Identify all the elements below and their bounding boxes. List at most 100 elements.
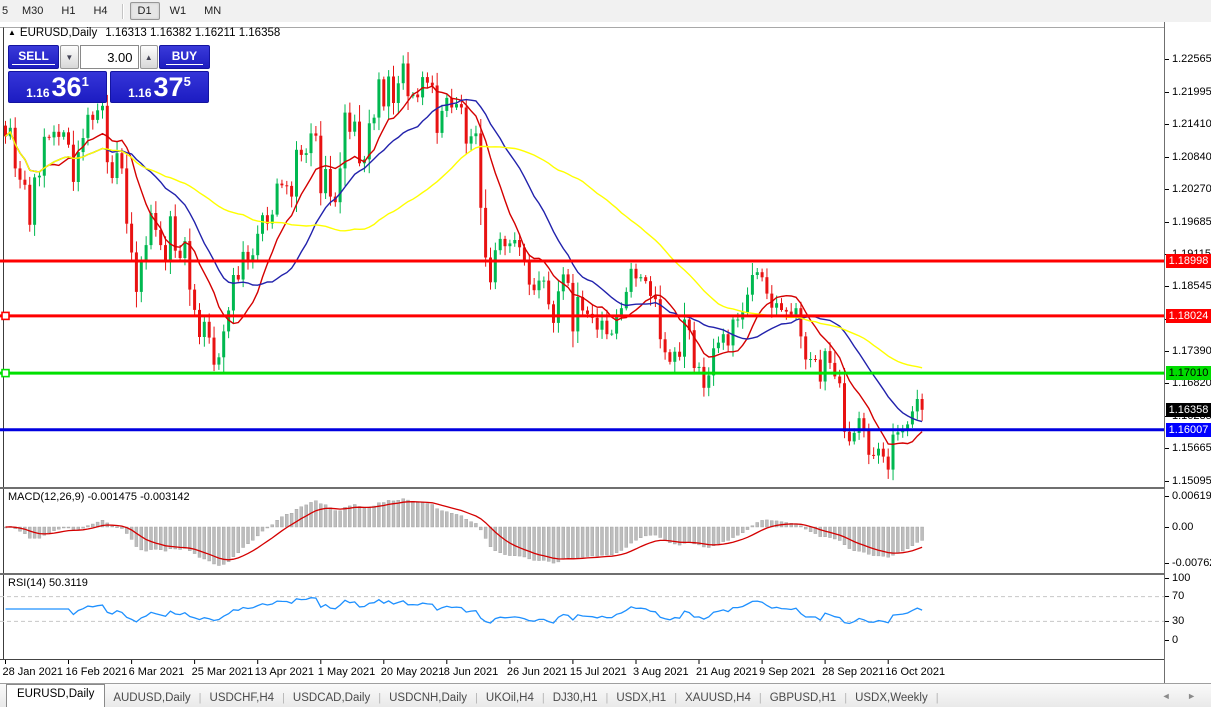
panel-splitter-main-macd[interactable]: [0, 487, 1211, 489]
price-badge-1.16007: 1.16007: [1166, 423, 1211, 437]
svg-text:25 Mar 2021: 25 Mar 2021: [192, 666, 254, 678]
svg-text:21 Aug 2021: 21 Aug 2021: [696, 666, 758, 678]
axis-tick-mark: [1165, 496, 1169, 497]
volume-increase-button[interactable]: ▲: [139, 45, 158, 69]
axis-tick-mark: [1165, 563, 1169, 564]
price-axis: 1.22565 1.21995 1.21410 1.20840 1.20270 1.196…: [1164, 22, 1211, 683]
price-badge-1.16358: 1.16358: [1166, 403, 1211, 417]
axis-tick-mark: [1165, 383, 1169, 384]
tab-usdcnh-daily[interactable]: USDCNH,Daily: [381, 688, 475, 707]
timeframe-h1-button[interactable]: H1: [53, 2, 83, 20]
tab-usdx-weekly[interactable]: USDX,Weekly: [847, 688, 936, 707]
tab-xauusd-h4[interactable]: XAUUSD,H4: [677, 688, 759, 707]
axis-tick-label: 1.19685: [1172, 216, 1211, 228]
rsi-indicator-label: RSI(14) 50.3119: [8, 577, 88, 589]
panel-splitter-macd-rsi[interactable]: [0, 573, 1211, 575]
svg-text:16 Feb 2021: 16 Feb 2021: [66, 666, 128, 678]
axis-tick-mark: [1165, 157, 1169, 158]
tab-usdchf-h4[interactable]: USDCHF,H4: [202, 688, 283, 707]
timeframe-m30-button[interactable]: M30: [14, 2, 51, 20]
price-chart-canvas[interactable]: 28 Jan 2021 16 Feb 2021 6 Mar 2021 25 Mar 2…: [0, 22, 1164, 683]
tab-dj30-h1[interactable]: DJ30,H1: [545, 688, 606, 707]
axis-tick-mark: [1165, 59, 1169, 60]
chevron-down-icon: ▼: [65, 52, 74, 62]
axis-tick-label: 1.20270: [1172, 183, 1211, 195]
timeframe-m15-clipped[interactable]: 5: [0, 3, 13, 19]
timeframe-h4-button[interactable]: H4: [85, 2, 115, 20]
tab-separator: |: [935, 692, 939, 704]
tab-audusd-daily[interactable]: AUDUSD,Daily: [105, 688, 198, 707]
svg-text:15 Jul 2021: 15 Jul 2021: [570, 666, 627, 678]
svg-text:28 Sep 2021: 28 Sep 2021: [822, 666, 884, 678]
buy-button[interactable]: BUY: [158, 45, 210, 69]
chart-header: ▲ EURUSD,Daily 1.16313 1.16382 1.16211 1.1…: [8, 27, 280, 39]
axis-tick-mark: [1165, 92, 1169, 93]
svg-text:3 Aug 2021: 3 Aug 2021: [633, 666, 689, 678]
tab-usdx-h1[interactable]: USDX,H1: [608, 688, 674, 707]
axis-tick-mark: [1165, 286, 1169, 287]
axis-tick-label: 0: [1172, 634, 1179, 646]
axis-tick-mark: [1165, 222, 1169, 223]
axis-tick-label: 70: [1172, 590, 1185, 602]
timeframe-mn-button[interactable]: MN: [196, 2, 229, 20]
axis-tick-label: 1.21410: [1172, 118, 1211, 130]
axis-tick-label: 1.17390: [1172, 345, 1211, 357]
one-click-trading-panel: SELL ▼ ▲ BUY 1.16361 1.16375: [8, 45, 210, 103]
tab-eurusd-daily[interactable]: EURUSD,Daily: [6, 684, 106, 707]
volume-input[interactable]: [79, 45, 139, 69]
sell-price-display[interactable]: 1.16 36 1: [8, 71, 107, 103]
collapse-chart-icon[interactable]: ▲: [8, 28, 16, 37]
axis-tick-label: 100: [1172, 572, 1191, 584]
svg-text:8 Jun 2021: 8 Jun 2021: [444, 666, 498, 678]
toolbar-separator: [121, 3, 124, 19]
axis-tick-label: 1.15095: [1172, 475, 1211, 487]
svg-text:13 Apr 2021: 13 Apr 2021: [255, 666, 314, 678]
axis-tick-label: 1.15665: [1172, 442, 1211, 454]
price-badge-1.18024: 1.18024: [1166, 309, 1211, 323]
chart-area: 28 Jan 2021 16 Feb 2021 6 Mar 2021 25 Mar 2…: [0, 22, 1211, 683]
chart-symbol-label: EURUSD,Daily: [19, 27, 98, 39]
axis-tick-mark: [1165, 596, 1169, 597]
timeframe-toolbar: 5 M30 H1 H4 D1 W1 MN: [0, 0, 1211, 23]
svg-text:26 Jun 2021: 26 Jun 2021: [507, 666, 568, 678]
axis-tick-mark: [1165, 448, 1169, 449]
axis-tick-mark: [1165, 481, 1169, 482]
axis-tick-label: 1.21995: [1172, 86, 1211, 98]
axis-tick-mark: [1165, 621, 1169, 622]
axis-tick-mark: [1165, 640, 1169, 641]
tab-usdcad-daily[interactable]: USDCAD,Daily: [285, 688, 378, 707]
mt4-window: 5 M30 H1 H4 D1 W1 MN 28 Jan 2021 16 Feb 2021 6 …: [0, 0, 1211, 707]
timeframe-d1-button[interactable]: D1: [129, 2, 160, 20]
svg-text:28 Jan 2021: 28 Jan 2021: [3, 666, 64, 678]
svg-text:20 May 2021: 20 May 2021: [381, 666, 445, 678]
svg-text:1 May 2021: 1 May 2021: [318, 666, 375, 678]
svg-text:6 Mar 2021: 6 Mar 2021: [129, 666, 185, 678]
svg-text:16 Oct 2021: 16 Oct 2021: [885, 666, 945, 678]
axis-tick-mark: [1165, 578, 1169, 579]
axis-tick-label: 0.00: [1172, 521, 1194, 533]
axis-tick-label: -0.007621: [1172, 557, 1211, 569]
tab-scroll-arrows-icon[interactable]: ◄ ►: [1162, 691, 1203, 701]
axis-tick-mark: [1165, 189, 1169, 190]
tab-ukoil-h4[interactable]: UKOil,H4: [478, 688, 542, 707]
axis-tick-label: 30: [1172, 615, 1185, 627]
sell-button[interactable]: SELL: [8, 45, 60, 69]
chart-ohlc-values: 1.16313 1.16382 1.16211 1.16358: [105, 27, 281, 39]
tab-gbpusd-h1[interactable]: GBPUSD,H1: [762, 688, 844, 707]
volume-decrease-button[interactable]: ▼: [60, 45, 79, 69]
chart-tab-bar: EURUSD,Daily AUDUSD,Daily | USDCHF,H4 | USDCA…: [0, 683, 1211, 707]
timeframe-w1-button[interactable]: W1: [162, 2, 195, 20]
axis-tick-mark: [1165, 351, 1169, 352]
timeframe-buttons: M30 H1 H4 D1 W1 MN: [13, 2, 230, 20]
axis-tick-label: 1.18545: [1172, 280, 1211, 292]
axis-tick-label: 0.006193: [1172, 490, 1211, 502]
price-badge-1.17010: 1.17010: [1166, 366, 1211, 380]
panel-splitter-rsi-dates: [0, 659, 1211, 660]
svg-text:9 Sep 2021: 9 Sep 2021: [759, 666, 815, 678]
chevron-up-icon: ▲: [144, 52, 153, 62]
macd-indicator-label: MACD(12,26,9) -0.001475 -0.003142: [8, 491, 190, 503]
axis-tick-label: 1.22565: [1172, 53, 1211, 65]
price-badge-1.18998: 1.18998: [1166, 254, 1211, 268]
axis-tick-mark: [1165, 527, 1169, 528]
buy-price-display[interactable]: 1.16 37 5: [110, 71, 209, 103]
